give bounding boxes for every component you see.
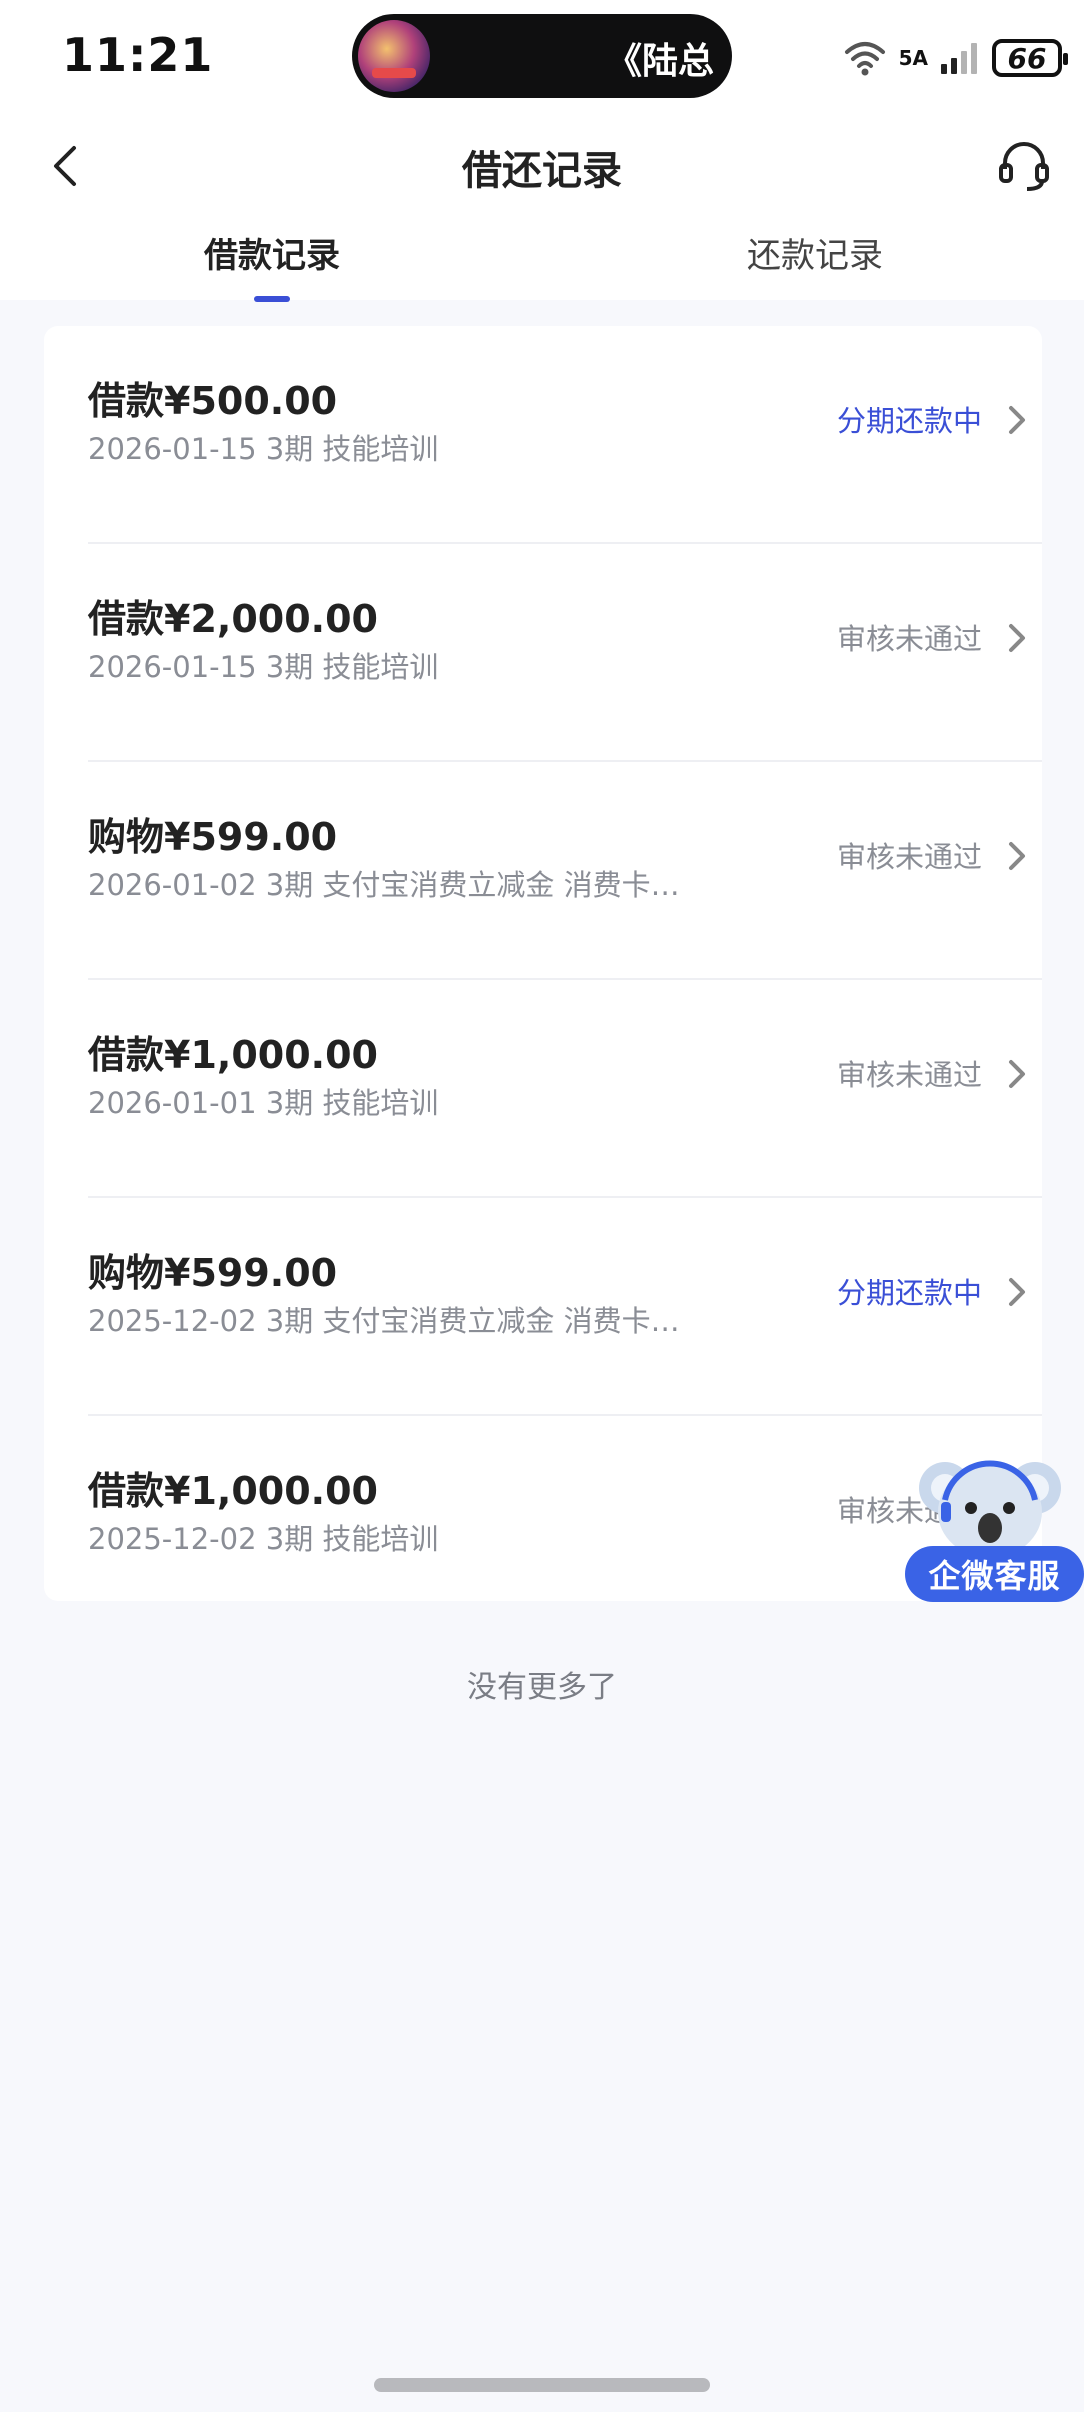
- network-type: 5A: [898, 46, 928, 70]
- chevron-right-icon: [1002, 1272, 1032, 1312]
- record-meta: 2025-12-02 3期 支付宝消费立减金 消费卡…: [88, 1304, 680, 1338]
- record-meta: 2026-01-15 3期 技能培训: [88, 432, 439, 466]
- record-meta: 2025-12-02 3期 技能培训: [88, 1522, 439, 1556]
- record-status: 分期还款中: [836, 404, 982, 438]
- chevron-right-icon: [1002, 1054, 1032, 1094]
- record-status: 审核未通过: [836, 622, 982, 656]
- page-title: 借还记录: [462, 148, 622, 194]
- record-row[interactable]: 借款¥1,000.00 2025-12-02 3期 技能培训 审核未通过: [88, 1416, 1042, 1634]
- chevron-right-icon: [1002, 400, 1032, 440]
- record-row[interactable]: 借款¥1,000.00 2026-01-01 3期 技能培训 审核未通过: [88, 980, 1042, 1198]
- record-meta: 2026-01-15 3期 技能培训: [88, 650, 439, 684]
- headset-icon: [999, 142, 1049, 191]
- koala-mascot-icon: [919, 1460, 1061, 1558]
- record-status: 审核未通过: [836, 1058, 982, 1092]
- record-status: 审核未通过: [836, 840, 982, 874]
- record-row[interactable]: 购物¥599.00 2025-12-02 3期 支付宝消费立减金 消费卡… 分期…: [88, 1198, 1042, 1416]
- record-amount: 购物¥599.00: [88, 815, 338, 859]
- home-indicator[interactable]: [374, 2378, 710, 2392]
- record-amount: 借款¥1,000.00: [88, 1469, 378, 1513]
- dynamic-island[interactable]: 《陆总: [352, 14, 732, 98]
- record-meta: 2026-01-02 3期 支付宝消费立减金 消费卡…: [88, 868, 680, 902]
- no-more-text: 没有更多了: [467, 1670, 617, 1705]
- battery-indicator: 66: [992, 39, 1068, 77]
- records-card: 借款¥500.00 2026-01-15 3期 技能培训 分期还款中 借款¥2,…: [44, 326, 1042, 1601]
- record-amount: 借款¥1,000.00: [88, 1033, 378, 1077]
- chevron-right-icon: [1002, 618, 1032, 658]
- floating-service-button[interactable]: 企微客服: [905, 1450, 1084, 1608]
- tab-repayment-records[interactable]: 还款记录: [665, 228, 965, 277]
- record-amount: 购物¥599.00: [88, 1251, 338, 1295]
- status-time: 11:21: [62, 28, 214, 82]
- record-amount: 借款¥2,000.00: [88, 597, 378, 641]
- wifi-icon: [843, 40, 887, 76]
- status-icons: 5A 66: [843, 30, 1068, 86]
- record-meta: 2026-01-01 3期 技能培训: [88, 1086, 439, 1120]
- floating-service-label: 企微客服: [905, 1546, 1084, 1602]
- tab-loan-records[interactable]: 借款记录: [122, 228, 422, 277]
- active-tab-indicator: [254, 296, 290, 302]
- record-row[interactable]: 借款¥2,000.00 2026-01-15 3期 技能培训 审核未通过: [88, 544, 1042, 762]
- now-playing-text: 《陆总: [606, 41, 715, 82]
- record-row[interactable]: 借款¥500.00 2026-01-15 3期 技能培训 分期还款中: [88, 326, 1042, 544]
- signal-icon: [940, 40, 980, 76]
- record-status: 分期还款中: [836, 1276, 982, 1310]
- chevron-right-icon: [1002, 836, 1032, 876]
- record-amount: 借款¥500.00: [88, 379, 338, 423]
- customer-service-button[interactable]: [994, 134, 1054, 198]
- media-thumbnail: [358, 20, 430, 92]
- record-row[interactable]: 购物¥599.00 2026-01-02 3期 支付宝消费立减金 消费卡… 审核…: [88, 762, 1042, 980]
